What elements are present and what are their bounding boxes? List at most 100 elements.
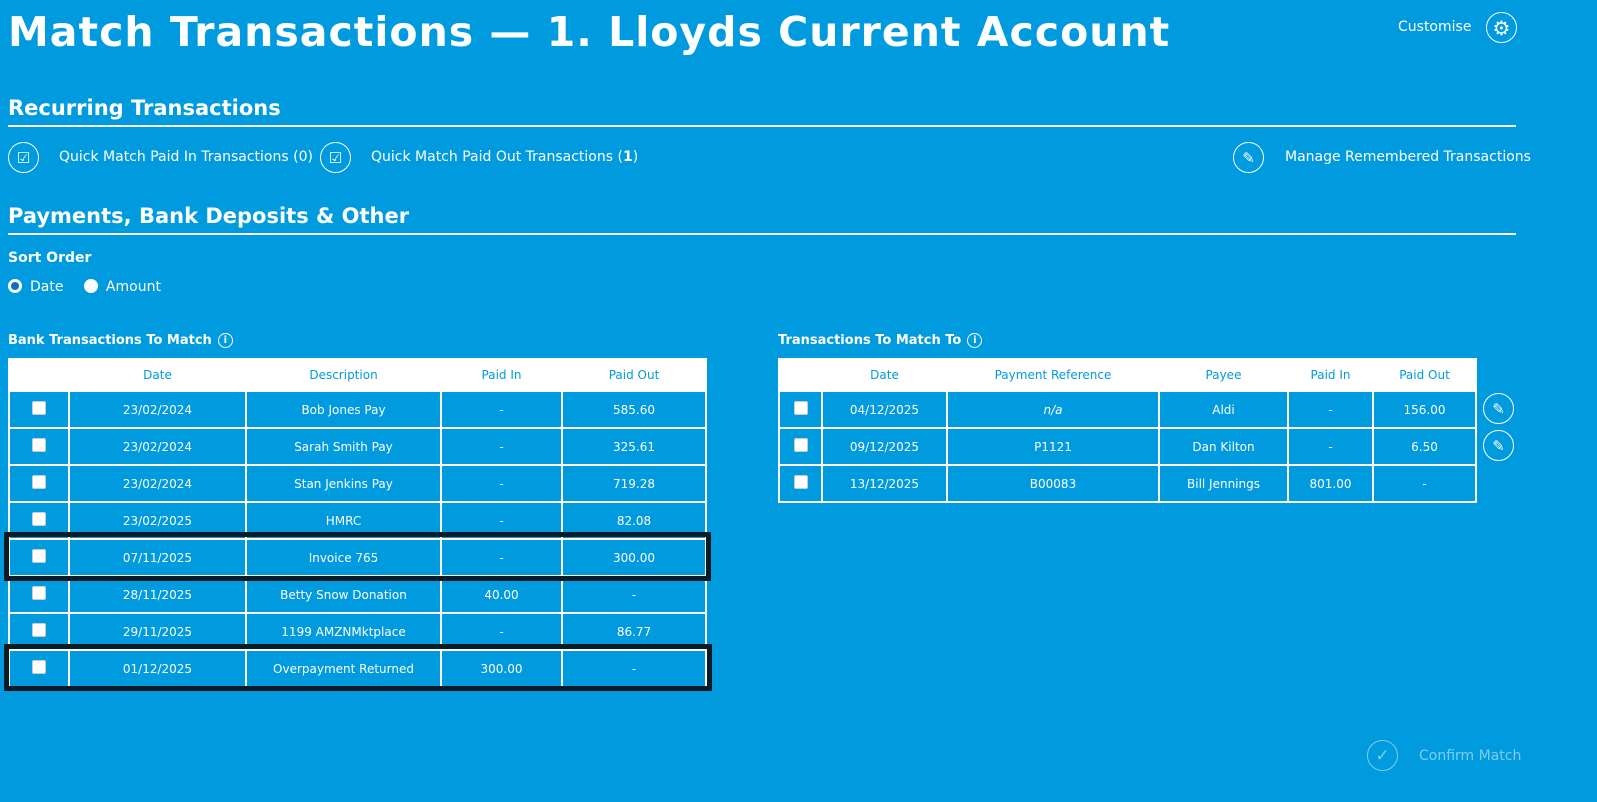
cell: -	[440, 390, 563, 429]
payments-heading: Payments, Bank Deposits & Other	[8, 204, 1516, 235]
cell: 23/02/2024	[68, 464, 247, 503]
quick-match-in-icon[interactable]: ☑	[8, 142, 39, 173]
table-row[interactable]: 29/11/2025 1199 AMZNMktplace -86.77	[8, 612, 707, 651]
cell: 156.00	[1372, 390, 1477, 429]
match-to-title: Transactions To Match To i	[778, 333, 983, 348]
quick-out-count: 1	[622, 149, 633, 165]
cell: -	[440, 464, 563, 503]
match-to-table: Date Payment Reference Payee Paid In Paid Ou…	[778, 358, 1477, 503]
edit-pencil-icon[interactable]: ✎	[1483, 393, 1514, 424]
cell: Bob Jones Pay	[245, 390, 442, 429]
cell: 40.00	[440, 575, 563, 614]
bank-transactions-title: Bank Transactions To Match i	[8, 333, 233, 348]
quick-out-label: Quick Match Paid Out Transactions (	[371, 149, 623, 165]
manage-remembered-link[interactable]: Manage Remembered Transactions	[1285, 149, 1531, 165]
col-description: Description	[245, 358, 442, 392]
cell: -	[1287, 390, 1374, 429]
cell: 28/11/2025	[68, 575, 247, 614]
match-title-text: Transactions To Match To	[778, 333, 962, 348]
table-row[interactable]: 13/12/2025 B00083 Bill Jennings 801.00-	[778, 464, 1477, 503]
table-row[interactable]: 23/02/2025 HMRC -82.08	[8, 501, 707, 540]
row-checkbox[interactable]	[32, 660, 46, 674]
cell: 325.61	[561, 427, 707, 466]
cell: -	[1287, 427, 1374, 466]
cell: 1199 AMZNMktplace	[245, 612, 442, 651]
cell: P1121	[946, 427, 1160, 466]
quick-match-out-icon[interactable]: ☑	[320, 142, 351, 173]
col-select	[778, 358, 823, 392]
pencil-icon[interactable]: ✎	[1233, 142, 1264, 173]
recurring-heading: Recurring Transactions	[8, 96, 1516, 127]
cell: 23/02/2025	[68, 501, 247, 540]
row-select-cell	[8, 575, 70, 614]
row-checkbox[interactable]	[32, 512, 46, 526]
table-row[interactable]: 23/02/2024 Stan Jenkins Pay -719.28	[8, 464, 707, 503]
cell: 585.60	[561, 390, 707, 429]
cell: Stan Jenkins Pay	[245, 464, 442, 503]
table-row[interactable]: 23/02/2024 Sarah Smith Pay -325.61	[8, 427, 707, 466]
col-paid-out: Paid Out	[561, 358, 707, 392]
cell: B00083	[946, 464, 1160, 503]
confirm-match-button[interactable]: Confirm Match	[1419, 748, 1521, 764]
cell: Dan Kilton	[1158, 427, 1289, 466]
row-checkbox[interactable]	[32, 438, 46, 452]
cell: 29/11/2025	[68, 612, 247, 651]
cell: -	[440, 501, 563, 540]
row-checkbox[interactable]	[32, 623, 46, 637]
cell: Invoice 765	[245, 538, 442, 577]
table-row[interactable]: 23/02/2024 Bob Jones Pay -585.60	[8, 390, 707, 429]
col-date: Date	[68, 358, 247, 392]
cell: Aldi	[1158, 390, 1289, 429]
cell: Sarah Smith Pay	[245, 427, 442, 466]
edit-pencil-icon[interactable]: ✎	[1483, 430, 1514, 461]
customise-link[interactable]: Customise	[1398, 19, 1471, 35]
cell: Betty Snow Donation	[245, 575, 442, 614]
confirm-check-icon[interactable]: ✓	[1367, 740, 1398, 771]
row-select-cell	[8, 427, 70, 466]
quick-match-in-link[interactable]: Quick Match Paid In Transactions (0)	[59, 149, 313, 165]
row-checkbox[interactable]	[793, 438, 808, 452]
row-select-cell	[8, 612, 70, 651]
row-select-cell	[778, 464, 823, 503]
table-row[interactable]: 07/11/2025 Invoice 765-300.00	[8, 538, 707, 577]
info-icon[interactable]: i	[967, 333, 983, 348]
cell: -	[561, 649, 707, 688]
table-row[interactable]: 01/12/2025 Overpayment Returned 300.00-	[8, 649, 707, 688]
row-checkbox[interactable]	[32, 475, 46, 489]
col-date: Date	[821, 358, 948, 392]
cell: 300.00	[561, 538, 707, 577]
row-select-cell	[8, 390, 70, 429]
table-row[interactable]: 04/12/2025 n/a Aldi -156.00	[778, 390, 1477, 429]
gear-icon[interactable]: ⚙	[1486, 12, 1517, 43]
col-select	[8, 358, 70, 392]
page-title: Match Transactions — 1. Lloyds Current A…	[8, 8, 1171, 56]
row-checkbox[interactable]	[32, 549, 46, 563]
table-row[interactable]: 09/12/2025 P1121 Dan Kilton -6.50	[778, 427, 1477, 466]
quick-match-out-link[interactable]: Quick Match Paid Out Transactions (1)	[371, 149, 638, 165]
row-checkbox[interactable]	[793, 401, 808, 415]
sort-date-radio[interactable]: Date	[8, 279, 63, 295]
cell: 23/02/2024	[68, 390, 247, 429]
cell: 13/12/2025	[821, 464, 948, 503]
sort-amount-label: Amount	[105, 279, 161, 295]
row-select-cell	[778, 427, 823, 466]
row-select-cell	[8, 649, 70, 688]
row-checkbox[interactable]	[793, 475, 808, 489]
cell: 801.00	[1287, 464, 1374, 503]
bank-transactions-table: Date Description Paid In Paid Out 23/02/202…	[8, 358, 707, 688]
cell: n/a	[946, 390, 1160, 429]
table-row[interactable]: 28/11/2025 Betty Snow Donation 40.00-	[8, 575, 707, 614]
col-paid-out: Paid Out	[1372, 358, 1477, 392]
row-checkbox[interactable]	[32, 586, 46, 600]
cell: 86.77	[561, 612, 707, 651]
col-payee: Payee	[1158, 358, 1289, 392]
row-checkbox[interactable]	[32, 401, 46, 415]
quick-out-end: )	[632, 149, 639, 165]
cell: 09/12/2025	[821, 427, 948, 466]
sort-amount-radio[interactable]: Amount	[83, 279, 161, 295]
cell: 07/11/2025	[68, 538, 247, 577]
cell: -	[440, 538, 563, 577]
sort-date-label: Date	[30, 279, 64, 295]
row-select-cell	[778, 390, 823, 429]
info-icon[interactable]: i	[217, 333, 233, 348]
